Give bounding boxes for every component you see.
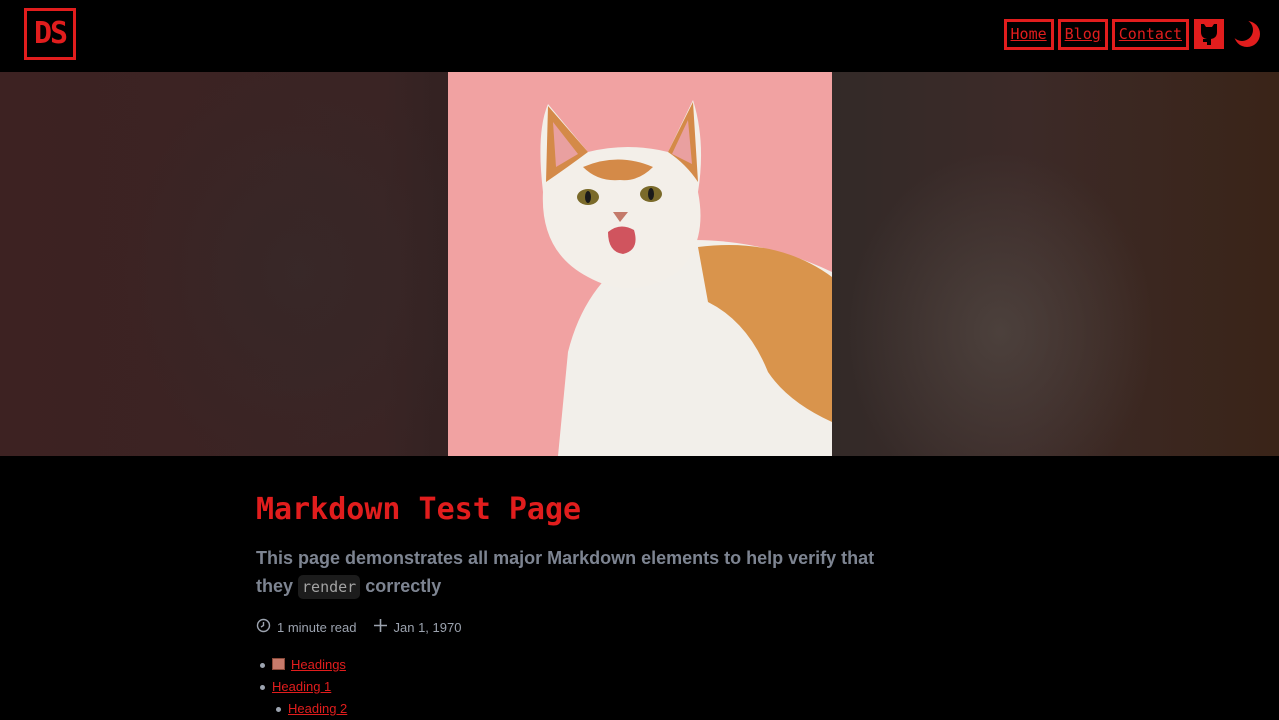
toc-link-heading-1[interactable]: Heading 1 (272, 679, 331, 694)
toc-item: Heading 1 (256, 676, 347, 698)
toc-item: Headings (256, 654, 347, 676)
main-nav: Home Blog Contact (1003, 18, 1263, 50)
toc-link-heading-2[interactable]: Heading 2 (288, 701, 347, 716)
plus-icon (373, 618, 388, 636)
nav-home[interactable]: Home (1003, 18, 1054, 50)
post-meta: 1 minute read Jan 1, 1970 (256, 618, 477, 636)
post-title: Markdown Test Page (256, 492, 582, 527)
date-text: Jan 1, 1970 (393, 619, 462, 635)
site-logo[interactable]: DS (24, 8, 76, 60)
site-header: DS Home Blog Contact (0, 0, 1279, 72)
read-time-text: 1 minute read (277, 619, 357, 635)
toc-link-headings[interactable]: Headings (291, 657, 346, 672)
read-time: 1 minute read (256, 618, 357, 636)
description-text-end: correctly (365, 576, 442, 596)
hero-banner (0, 72, 1279, 456)
inline-code: render (298, 575, 361, 599)
nav-blog[interactable]: Blog (1057, 18, 1108, 50)
moon-icon[interactable] (1231, 18, 1263, 50)
post-description: This page demonstrates all major Markdow… (256, 544, 896, 601)
github-icon[interactable] (1193, 18, 1225, 50)
publish-date: Jan 1, 1970 (373, 618, 462, 636)
toc-item: Heading 2 (256, 698, 347, 720)
nav-contact[interactable]: Contact (1111, 18, 1189, 50)
cat-image (448, 72, 832, 456)
logo-text: DS (33, 16, 68, 51)
brick-icon (272, 658, 285, 670)
table-of-contents: Headings Heading 1 Heading 2 (256, 654, 347, 720)
clock-icon (256, 618, 271, 636)
